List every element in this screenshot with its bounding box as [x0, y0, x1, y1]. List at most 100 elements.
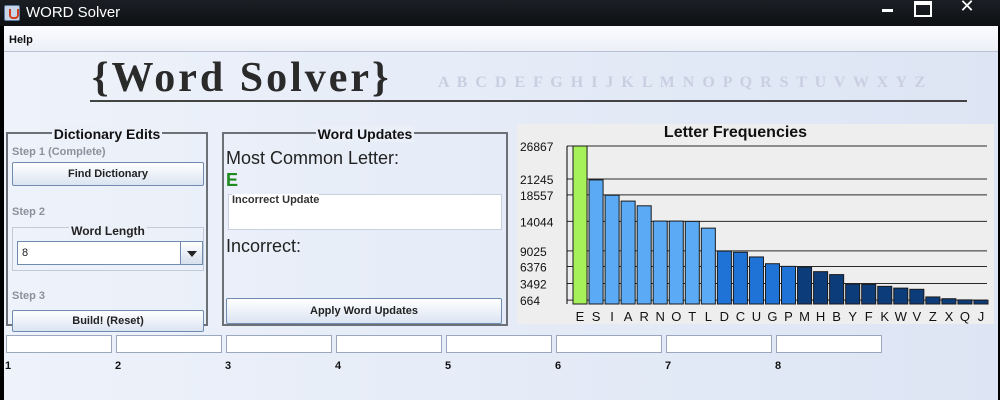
y-tick-label: 18557 — [520, 189, 554, 203]
bar-V — [909, 288, 925, 305]
find-dictionary-button[interactable]: Find Dictionary — [12, 162, 204, 186]
step2-label: Step 2 — [12, 206, 46, 218]
letter-slot-1[interactable] — [6, 335, 112, 353]
bar-R — [636, 205, 652, 305]
x-tick-label: K — [880, 309, 889, 324]
bar-I — [604, 194, 620, 305]
menu-help[interactable]: Help — [9, 34, 33, 46]
incorrect-label: Incorrect: — [226, 236, 302, 256]
bar-B — [829, 274, 845, 305]
dictionary-edits-panel: Dictionary Edits Step 1 (Complete) Find … — [6, 126, 208, 332]
bar-A — [620, 200, 636, 305]
word-updates-panel: Word Updates Most Common Letter: E Incor… — [222, 126, 508, 326]
word-length-group: Word Length 8 — [12, 224, 204, 271]
dictionary-edits-title: Dictionary Edits — [51, 126, 163, 142]
bar-G — [764, 263, 780, 305]
bar-P — [781, 265, 797, 305]
bar-F — [861, 283, 877, 305]
letter-frequency-chart: Letter Frequencies 664 3492 6376 9025 14044 1… — [517, 124, 994, 324]
slot-number: 7 — [665, 360, 672, 372]
x-tick-label: M — [799, 309, 810, 324]
close-icon[interactable]: ✕ — [952, 0, 982, 22]
bar-Q — [957, 299, 973, 305]
x-tick-label: B — [832, 309, 841, 324]
bar-Z — [925, 296, 941, 305]
x-tick-label: Q — [960, 309, 970, 324]
bar-C — [732, 251, 748, 305]
bar-L — [700, 227, 716, 305]
y-tick-label: 14044 — [520, 215, 554, 229]
x-tick-label: F — [865, 309, 873, 324]
x-tick-label: J — [978, 309, 985, 324]
alphabet-watermark: A B C D E F G H I J K L M N O P Q R S T … — [438, 74, 928, 91]
word-updates-title: Word Updates — [315, 126, 415, 142]
x-tick-label: T — [688, 309, 696, 324]
app-logo: {Word Solver} — [92, 55, 392, 101]
maximize-icon[interactable] — [906, 0, 936, 22]
x-tick-label: P — [784, 309, 793, 324]
x-tick-label: Y — [848, 309, 857, 324]
y-tick-label: 26867 — [520, 140, 554, 154]
x-tick-label: C — [736, 309, 745, 324]
bar-K — [877, 285, 893, 305]
letter-slot-8[interactable] — [776, 335, 882, 353]
slot-number: 1 — [5, 360, 12, 372]
x-tick-label: G — [767, 309, 777, 324]
x-tick-label: W — [895, 309, 908, 324]
bar-E — [572, 145, 588, 305]
y-tick-label: 3492 — [520, 277, 547, 291]
word-length-label: Word Length — [69, 224, 147, 238]
letter-slot-3[interactable] — [226, 335, 332, 353]
minimize-icon[interactable] — [873, 0, 903, 22]
slot-number: 4 — [335, 360, 342, 372]
x-tick-label: R — [639, 309, 648, 324]
letter-slot-7[interactable] — [666, 335, 772, 353]
bar-J — [973, 299, 989, 305]
y-tick-label: 21245 — [520, 173, 554, 187]
y-tick-label: 6376 — [520, 261, 547, 275]
x-tick-label: Z — [929, 309, 937, 324]
letter-slot-2[interactable] — [116, 335, 222, 353]
x-tick-label: D — [720, 309, 729, 324]
x-tick-label: N — [656, 309, 665, 324]
title-bar: WORD Solver ✕ — [0, 0, 1000, 26]
bar-X — [941, 298, 957, 305]
most-common-letter-label: Most Common Letter: — [226, 148, 400, 168]
build-reset-button[interactable]: Build! (Reset) — [12, 310, 204, 332]
y-tick-label: 9025 — [520, 245, 547, 259]
bar-U — [748, 256, 764, 305]
slot-number: 5 — [445, 360, 452, 372]
y-tick-label: 664 — [520, 294, 540, 308]
x-tick-label: A — [624, 309, 633, 324]
most-common-letter-value: E — [226, 170, 239, 190]
bar-M — [797, 266, 813, 305]
bar-H — [813, 271, 829, 305]
x-tick-label: H — [816, 309, 825, 324]
x-tick-label: E — [576, 309, 585, 324]
menu-bar: Help — [4, 26, 998, 52]
x-tick-label: V — [912, 309, 921, 324]
x-tick-label: X — [945, 309, 954, 324]
bar-S — [588, 179, 604, 305]
step1-label: Step 1 (Complete) — [12, 146, 106, 158]
word-length-value: 8 — [22, 247, 29, 259]
word-length-select[interactable]: 8 — [17, 241, 203, 265]
java-app-icon — [4, 5, 20, 21]
apply-word-updates-button[interactable]: Apply Word Updates — [226, 298, 502, 324]
slot-number: 3 — [225, 360, 232, 372]
x-tick-label: U — [752, 309, 761, 324]
bar-T — [684, 220, 700, 305]
x-tick-label: S — [592, 309, 601, 324]
x-tick-label: I — [610, 309, 614, 324]
letter-slot-5[interactable] — [446, 335, 552, 353]
incorrect-update-box[interactable]: Incorrect Update — [228, 194, 502, 230]
chevron-down-icon[interactable] — [180, 242, 202, 264]
window-title: WORD Solver — [26, 4, 121, 21]
bar-O — [668, 220, 684, 305]
letter-slot-6[interactable] — [556, 335, 662, 353]
slot-number: 2 — [115, 360, 122, 372]
slot-number: 6 — [555, 360, 562, 372]
x-tick-label: L — [705, 309, 712, 324]
letter-slot-4[interactable] — [336, 335, 442, 353]
bar-D — [716, 250, 732, 305]
